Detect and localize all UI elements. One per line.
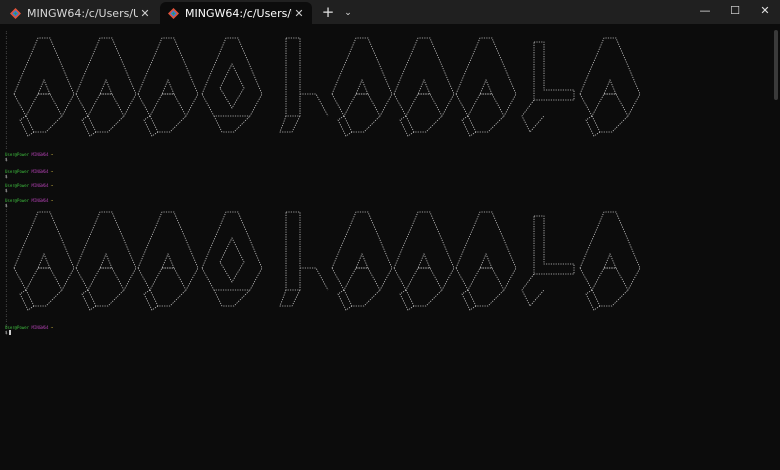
tab-mingw64-1[interactable]: MINGW64:/c/Users/Use ✕ [2,2,158,24]
prompt-dollar: $ [5,157,8,162]
git-bash-icon [10,7,21,19]
shell-prompt: User@Power MINGW64 ~ [5,325,54,330]
text-cursor [9,330,11,335]
minimize-button[interactable]: — [690,0,720,22]
prompt-dollar: $ [5,174,8,179]
close-window-button[interactable]: ✕ [750,0,780,22]
shell-prompt: User@Power MINGW64 ~ [5,169,54,174]
tab-mingw64-2[interactable]: MINGW64:/c/Users/Us ✕ [160,2,312,24]
close-tab-icon[interactable]: ✕ [292,7,306,20]
prompt-dollar: $ [5,330,8,335]
output-gutter: : : : : : : : : : : : : : : : : : : : : … [5,30,8,150]
output-gutter: : : : : : : : : : : : : : : : : : : : : … [5,208,8,328]
maximize-button[interactable]: ☐ [720,0,750,22]
prompt-dollar: $ [5,188,8,193]
terminal-output[interactable]: : : : : : : : : : : : : : : : : : : : : … [0,24,780,470]
shell-prompt: User@Power MINGW64 ~ [5,198,54,203]
tab-title: MINGW64:/c/Users/Use [27,6,138,20]
new-tab-button[interactable]: + [318,3,338,23]
ascii-art-block [13,211,641,311]
scrollbar[interactable] [774,30,778,100]
shell-prompt: User@Power MINGW64 ~ [5,183,54,188]
tab-bar: MINGW64:/c/Users/Use ✕ MINGW64:/c/Users/… [0,0,780,24]
tab-title: MINGW64:/c/Users/Us [185,6,292,20]
close-tab-icon[interactable]: ✕ [138,7,152,20]
git-bash-icon [168,7,179,19]
shell-prompt: User@Power MINGW64 ~ [5,152,54,157]
ascii-art-block [13,37,641,137]
profile-dropdown-icon[interactable]: ⌄ [340,3,356,23]
